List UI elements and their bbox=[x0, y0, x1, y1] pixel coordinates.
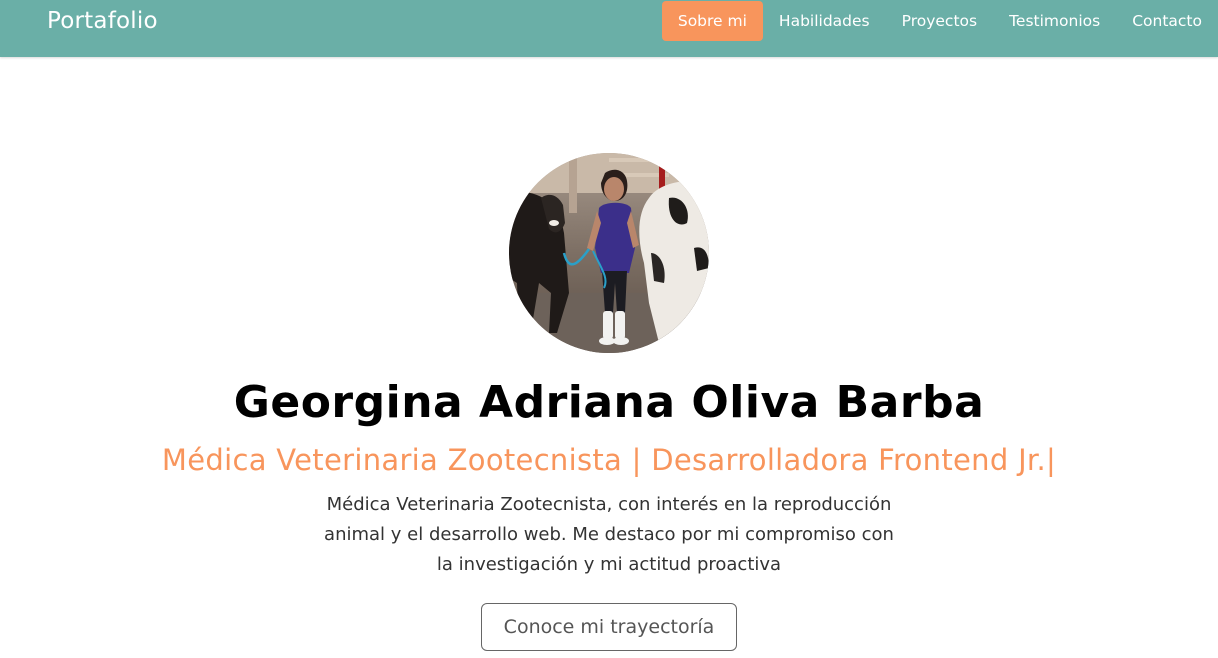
nav-item-proyectos[interactable]: Proyectos bbox=[886, 1, 993, 41]
typing-cursor: | bbox=[1046, 443, 1057, 477]
profile-name: Georgina Adriana Oliva Barba bbox=[233, 377, 985, 428]
main-nav: Sobre mi Habilidades Proyectos Testimoni… bbox=[661, 1, 1218, 41]
profile-subtitle: Médica Veterinaria Zootecnista | Desarro… bbox=[0, 443, 1218, 477]
hero-section: Georgina Adriana Oliva Barba Médica Vete… bbox=[0, 57, 1218, 658]
conoce-mi-trayectoria-button[interactable]: Conoce mi trayectoría bbox=[481, 603, 737, 651]
profile-photo bbox=[509, 153, 709, 353]
nav-item-testimonios[interactable]: Testimonios bbox=[993, 1, 1116, 41]
navbar: Portafolio Sobre mi Habilidades Proyecto… bbox=[0, 0, 1218, 57]
nav-item-contacto[interactable]: Contacto bbox=[1116, 1, 1218, 41]
nav-item-habilidades[interactable]: Habilidades bbox=[763, 1, 886, 41]
brand-link[interactable]: Portafolio bbox=[47, 8, 158, 34]
nav-item-sobre-mi[interactable]: Sobre mi bbox=[661, 1, 763, 41]
subtitle-text: Médica Veterinaria Zootecnista | Desarro… bbox=[161, 443, 1046, 477]
profile-description: Médica Veterinaria Zootecnista, con inte… bbox=[324, 494, 894, 575]
